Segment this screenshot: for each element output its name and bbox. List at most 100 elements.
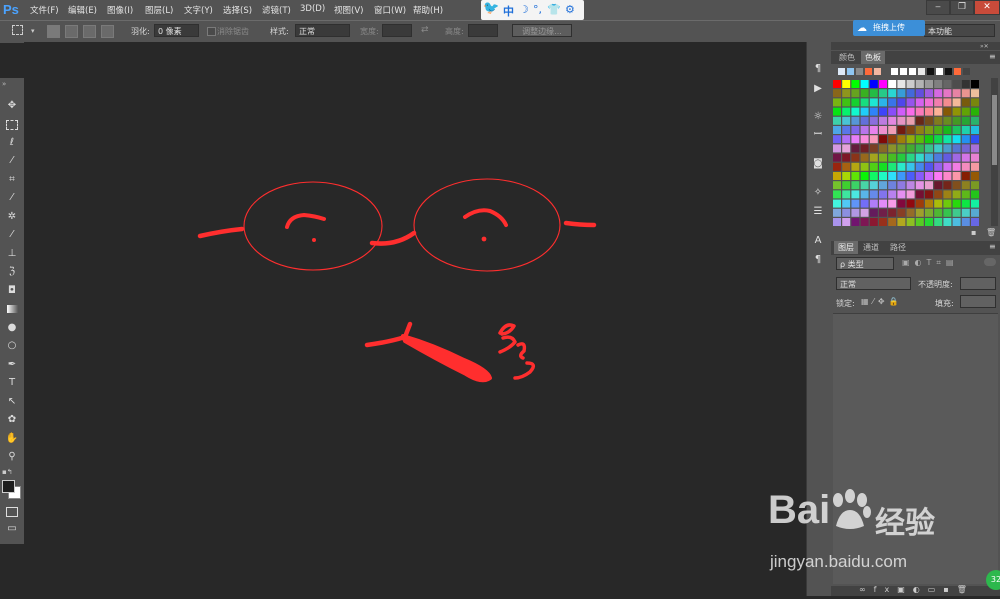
history-brush-icon[interactable]: ℨ xyxy=(4,265,20,279)
swatch xyxy=(833,135,841,144)
add-selection-icon[interactable] xyxy=(65,25,78,38)
opacity-input[interactable] xyxy=(960,277,996,290)
delete-swatch-icon[interactable]: 🗑 xyxy=(986,228,996,237)
swatch xyxy=(952,162,961,171)
restore-button[interactable]: ❐ xyxy=(950,0,974,15)
eraser-icon[interactable]: ◘ xyxy=(4,284,20,298)
lasso-icon[interactable]: ℓ xyxy=(4,136,20,150)
panel-menu-icon[interactable]: ≡ xyxy=(989,52,996,61)
eyedropper-icon[interactable]: ⁄ xyxy=(4,191,20,205)
tab-swatches[interactable]: 色板 xyxy=(861,51,885,64)
chevron-down-icon[interactable]: ▾ xyxy=(31,27,35,35)
screen-mode-icon[interactable]: ▭ xyxy=(4,522,20,536)
levels-icon[interactable]: ꟷ xyxy=(810,128,826,142)
swatch xyxy=(915,153,924,162)
tab-color[interactable]: 颜色 xyxy=(835,51,859,64)
menu-3d[interactable]: 3D(D) xyxy=(300,4,325,14)
workspace-select[interactable]: 本功能 xyxy=(924,24,995,37)
layers-list[interactable] xyxy=(833,314,998,584)
swatches-scrollbar-thumb[interactable] xyxy=(992,95,997,165)
menu-select[interactable]: 选择(S) xyxy=(223,4,252,16)
collapse-panels-icon[interactable]: »✕ xyxy=(980,43,989,50)
blur-icon[interactable]: ● xyxy=(4,321,20,335)
swatch xyxy=(897,181,906,190)
subtract-selection-icon[interactable] xyxy=(83,25,96,38)
swatch xyxy=(925,98,933,107)
hand-icon[interactable]: ✋ xyxy=(4,432,20,446)
menu-file[interactable]: 文件(F) xyxy=(30,4,59,16)
marquee-preset-icon[interactable] xyxy=(12,25,23,35)
gradient-icon[interactable] xyxy=(4,302,20,316)
dodge-icon[interactable]: ○ xyxy=(4,339,20,353)
menu-type[interactable]: 文字(Y) xyxy=(184,4,213,16)
filter-toggle[interactable] xyxy=(984,258,996,266)
settings-gear-icon[interactable]: ⚙ xyxy=(565,3,575,16)
swatch xyxy=(897,107,906,116)
layer-filter-icons[interactable]: ▣◐T⌗▤ xyxy=(902,258,959,268)
quick-select-icon[interactable]: ⁄ xyxy=(4,154,20,168)
style-select[interactable]: 正常 xyxy=(295,24,350,37)
height-input[interactable] xyxy=(468,24,498,37)
feather-input[interactable]: 0 像素 xyxy=(154,24,199,37)
skin-icon[interactable]: 👕 xyxy=(547,3,561,16)
blend-mode-select[interactable]: 正常 xyxy=(836,277,911,290)
swatch xyxy=(925,135,933,144)
refine-edge-button[interactable]: 调整边缘... xyxy=(512,24,572,37)
tab-paths[interactable]: 路径 xyxy=(886,241,910,254)
close-button[interactable]: ✕ xyxy=(974,0,1000,15)
antialias-checkbox[interactable] xyxy=(207,27,216,36)
type-icon[interactable]: T xyxy=(4,376,20,390)
healing-icon[interactable]: ✲ xyxy=(4,210,20,224)
adjust-icon[interactable]: ◙ xyxy=(810,157,826,171)
quick-mask-icon[interactable] xyxy=(4,504,20,518)
character-icon[interactable]: A xyxy=(810,234,826,248)
shape-icon[interactable]: ✿ xyxy=(4,413,20,427)
intersect-selection-icon[interactable] xyxy=(101,25,114,38)
ime-toolbar[interactable]: 🐦 中 ☽ °, 👕 ⚙ xyxy=(481,0,584,20)
marquee-icon[interactable] xyxy=(4,117,20,131)
layer-footer-icons[interactable]: ∞fx▣◐▭▪🗑 xyxy=(859,585,975,594)
layer-filter-select[interactable]: ρ 类型 xyxy=(836,257,894,270)
menu-image[interactable]: 图像(I) xyxy=(107,4,133,16)
lock-icons[interactable]: ▦⁄✥🔒 xyxy=(861,297,903,306)
collapse-toolbar-icon[interactable]: » xyxy=(2,80,6,88)
pen-icon[interactable]: ✒ xyxy=(4,358,20,372)
menu-help[interactable]: 帮助(H) xyxy=(413,4,443,16)
brush-preset-icon[interactable]: ✧ xyxy=(810,186,826,200)
document-canvas[interactable] xyxy=(24,42,806,596)
default-colors-icon[interactable]: ▪↰ xyxy=(2,468,13,476)
paragraph-icon[interactable]: ¶ xyxy=(810,253,826,267)
squiggle-bottom xyxy=(513,361,536,380)
new-swatch-icon[interactable]: ▪ xyxy=(971,228,976,237)
move-icon[interactable]: ✥ xyxy=(4,99,20,113)
new-selection-icon[interactable] xyxy=(47,25,60,38)
notification-badge[interactable]: 32 xyxy=(986,570,1000,590)
width-input[interactable] xyxy=(382,24,412,37)
swap-dimensions-icon[interactable]: ⇄ xyxy=(421,25,429,35)
sun-icon[interactable]: ☼ xyxy=(810,110,826,124)
crop-icon[interactable]: ⌗ xyxy=(4,173,20,187)
history-icon[interactable]: ¶ xyxy=(810,62,826,76)
menu-edit[interactable]: 编辑(E) xyxy=(68,4,97,16)
minimize-button[interactable]: ‒ xyxy=(926,0,950,15)
menu-layer[interactable]: 图层(L) xyxy=(145,4,173,16)
layers-menu-icon[interactable]: ≡ xyxy=(989,242,996,251)
play-icon[interactable]: ▶ xyxy=(810,82,826,96)
path-select-icon[interactable]: ↖ xyxy=(4,395,20,409)
menu-view[interactable]: 视图(V) xyxy=(334,4,363,16)
brush-icon[interactable]: ⁄ xyxy=(4,228,20,242)
swatch-grid[interactable] xyxy=(833,80,985,229)
punctuation-icon[interactable]: °, xyxy=(533,3,542,16)
sliders-icon[interactable]: ☰ xyxy=(810,205,826,219)
zoom-icon[interactable]: ⚲ xyxy=(4,450,20,464)
tab-channels[interactable]: 通道 xyxy=(859,241,883,254)
swatch xyxy=(971,162,979,171)
ime-mode-chinese[interactable]: 中 xyxy=(503,3,514,19)
menu-filter[interactable]: 滤镜(T) xyxy=(262,4,291,16)
moon-icon[interactable]: ☽ xyxy=(519,3,529,16)
stamp-icon[interactable]: ⊥ xyxy=(4,247,20,261)
tab-layers[interactable]: 图层 xyxy=(834,241,858,254)
fill-input[interactable] xyxy=(960,295,996,308)
foreground-color-swatch[interactable] xyxy=(2,480,15,493)
menu-window[interactable]: 窗口(W) xyxy=(374,4,406,16)
